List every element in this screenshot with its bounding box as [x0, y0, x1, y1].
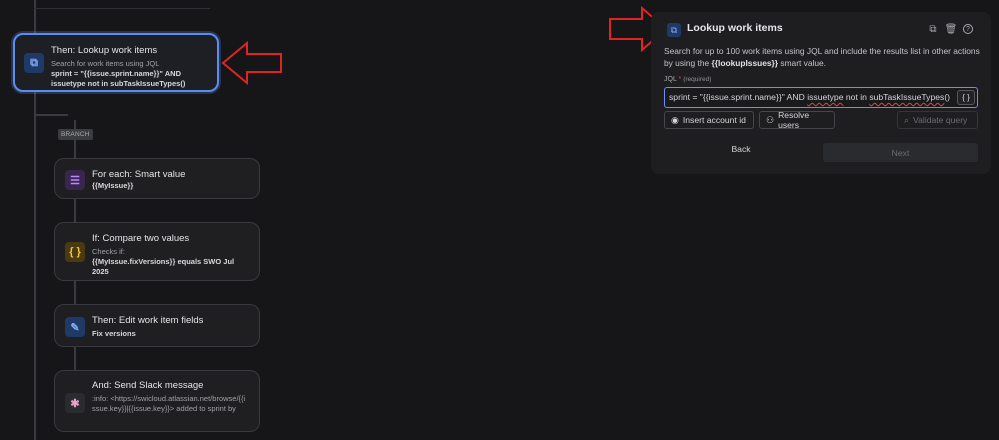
annotation-arrow-left [221, 41, 282, 85]
card-detail: Fix versions [92, 329, 136, 338]
resolve-users-button[interactable]: ⚇ Resolve users [759, 110, 835, 130]
trash-icon[interactable]: 🗑 [945, 23, 958, 35]
jql-label: JQL * (required) [664, 76, 712, 83]
duplicate-icon[interactable]: ⧉ [927, 23, 939, 35]
panel-title: Lookup work items [687, 22, 783, 34]
flow-card-for-each[interactable]: ☰ For each: Smart value {{MyIssue}} [54, 158, 260, 199]
help-icon[interactable]: ? [963, 24, 973, 34]
list-icon: ☰ [65, 170, 85, 190]
flow-card-edit-fields[interactable]: ✎ Then: Edit work item fields Fix versio… [54, 304, 260, 347]
branch-badge: BRANCH [58, 129, 93, 140]
flow-line-main-lower [34, 92, 36, 440]
validate-query-button[interactable]: ⌕ Validate query [897, 111, 978, 129]
panel-description: Search for up to 100 work items using JQ… [664, 46, 980, 68]
card-title: For each: Smart value [92, 169, 186, 180]
card-title: If: Compare two values [92, 233, 190, 244]
flow-line-top [34, 8, 210, 9]
flow-line-branch [74, 120, 76, 160]
smart-value-button[interactable]: { } [957, 90, 975, 105]
flow-line-3 [74, 280, 76, 304]
insert-account-id-button[interactable]: ◉ Insert account id [664, 111, 754, 129]
card-detail: {{MyIssue}} [92, 181, 134, 190]
braces-icon: { } [65, 242, 85, 262]
users-icon: ⚇ [766, 114, 775, 125]
user-circle-icon: ◉ [671, 114, 679, 125]
lookup-config-panel: ⧉ Lookup work items ⧉ 🗑 ? Search for up … [651, 12, 991, 174]
card-detail: {{MyIssue.fixVersions}} equals SWO Jul 2… [92, 257, 235, 276]
card-subtitle: :info: <https://swicloud.atlassian.net/b… [92, 394, 246, 413]
flow-card-if-compare[interactable]: { } If: Compare two values Checks if: {{… [54, 222, 260, 281]
lookup-icon: ⧉ [667, 23, 681, 37]
jql-input[interactable]: sprint = "{{issue.sprint.name}}" AND iss… [664, 87, 978, 108]
flow-line-branch-h [34, 114, 68, 116]
back-button[interactable]: Back [721, 144, 761, 154]
search-icon: ⌕ [904, 114, 910, 125]
slack-icon: ✱ [65, 393, 85, 413]
card-title: And: Send Slack message [92, 380, 204, 391]
flow-card-slack-message[interactable]: ✱ And: Send Slack message :info: <https:… [54, 370, 260, 432]
edit-icon: ✎ [65, 317, 85, 337]
lookup-icon: ⧉ [24, 53, 44, 73]
flow-card-lookup-work-items[interactable]: ⧉ Then: Lookup work items Search for wor… [13, 33, 219, 92]
card-subtitle: Search for work items using JQL [51, 59, 160, 68]
card-subtitle: Checks if: [92, 247, 125, 256]
next-button[interactable]: Next [823, 143, 978, 162]
flow-line-main [34, 0, 36, 34]
card-detail: sprint = "{{issue.sprint.name}}" AND iss… [51, 69, 186, 88]
card-title: Then: Edit work item fields [92, 315, 204, 326]
card-title: Then: Lookup work items [51, 45, 158, 56]
flow-line-2 [74, 198, 76, 222]
flow-line-4 [74, 346, 76, 370]
